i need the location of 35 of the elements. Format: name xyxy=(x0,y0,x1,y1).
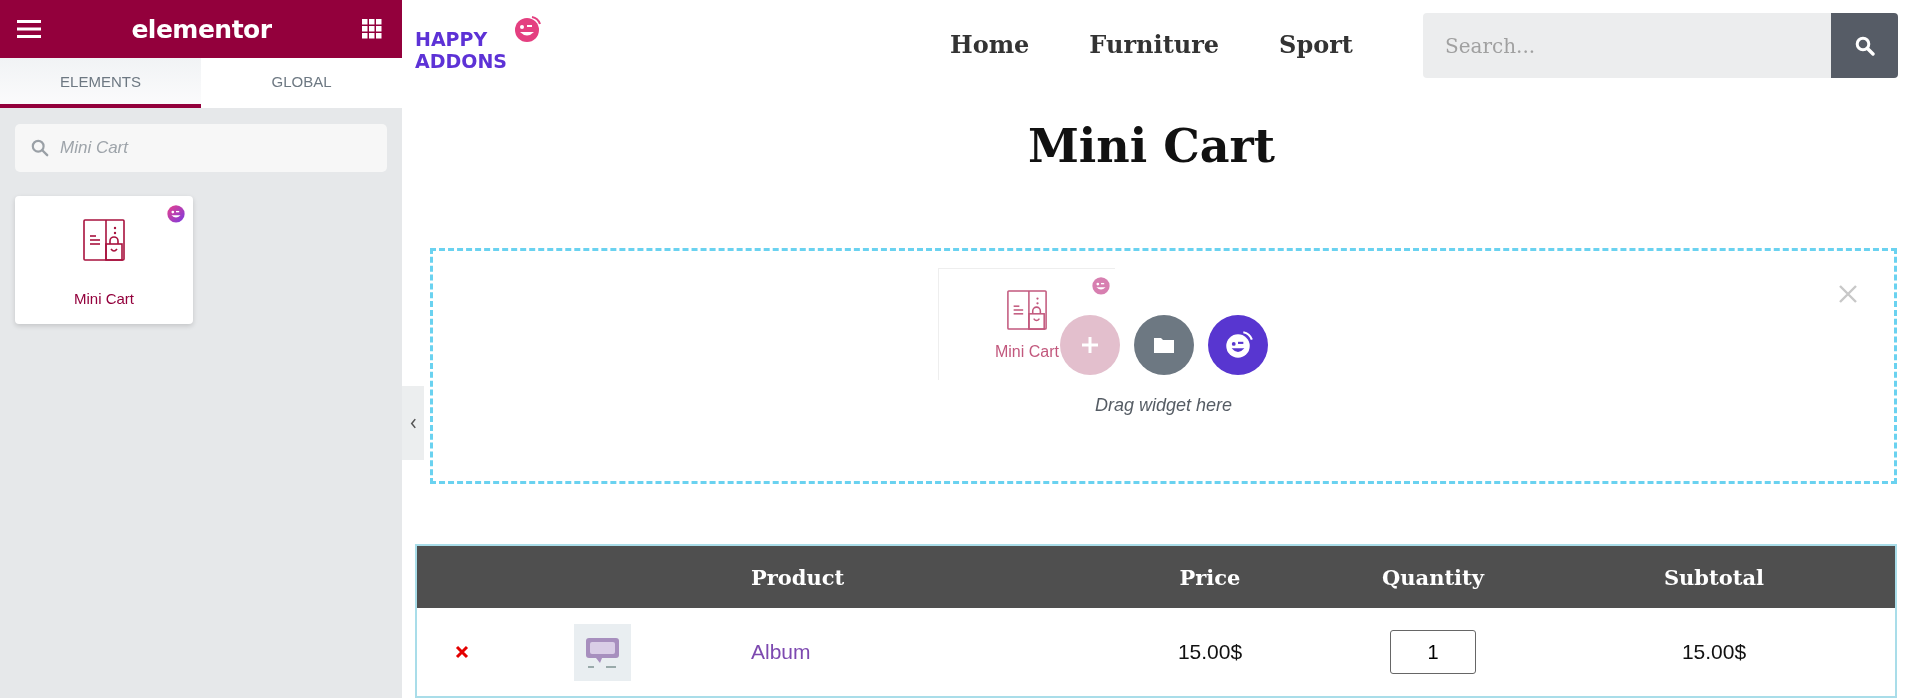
column-header: Price xyxy=(1179,564,1241,590)
panel-tab[interactable]: ELEMENTS xyxy=(0,58,201,108)
smiley-badge-icon xyxy=(1091,274,1111,295)
chevron-left-icon xyxy=(409,417,417,429)
smiley-badge-icon xyxy=(166,203,186,223)
drop-hint: Drag widget here xyxy=(1094,394,1233,416)
page-title: Mini Cart xyxy=(1026,117,1277,175)
cart-widget-icon xyxy=(1006,288,1048,331)
product-link[interactable]: Album xyxy=(751,640,811,663)
folder-icon xyxy=(1152,335,1175,354)
nav-link[interactable]: Sport xyxy=(1279,30,1353,59)
search-field[interactable]: Search... xyxy=(1423,13,1831,78)
remove-item-icon[interactable] xyxy=(455,645,469,659)
drop-zone[interactable]: Mini Cart Drag widget here xyxy=(430,247,1897,484)
widget-card[interactable]: Mini Cart xyxy=(15,196,193,324)
nav-link[interactable]: Furniture xyxy=(1089,30,1220,59)
subtotal-text: 15.00$ xyxy=(1681,640,1747,663)
cart-widget-icon xyxy=(82,218,126,262)
search-button[interactable] xyxy=(1831,13,1898,78)
search-icon xyxy=(1854,35,1875,56)
brand-logo: elementor xyxy=(131,14,272,44)
panel-tab[interactable]: GLOBAL xyxy=(201,58,402,108)
menu-icon[interactable] xyxy=(17,20,41,38)
price-text: 15.00$ xyxy=(1177,640,1243,663)
quantity-field[interactable]: 1 xyxy=(1390,630,1476,674)
column-header: Subtotal xyxy=(1663,564,1765,590)
widget-label: Mini Cart xyxy=(74,290,134,307)
widget-label: Mini Cart xyxy=(995,342,1059,361)
nav-link[interactable]: Home xyxy=(950,30,1030,59)
site-logo[interactable]: HAPPY ADDONS xyxy=(415,14,540,74)
column-header: Quantity xyxy=(1382,564,1484,590)
apps-grid-icon[interactable] xyxy=(362,19,382,39)
collapse-panel-handle[interactable] xyxy=(402,386,424,460)
plus-icon xyxy=(1079,334,1100,355)
column-header: Product xyxy=(751,564,845,590)
